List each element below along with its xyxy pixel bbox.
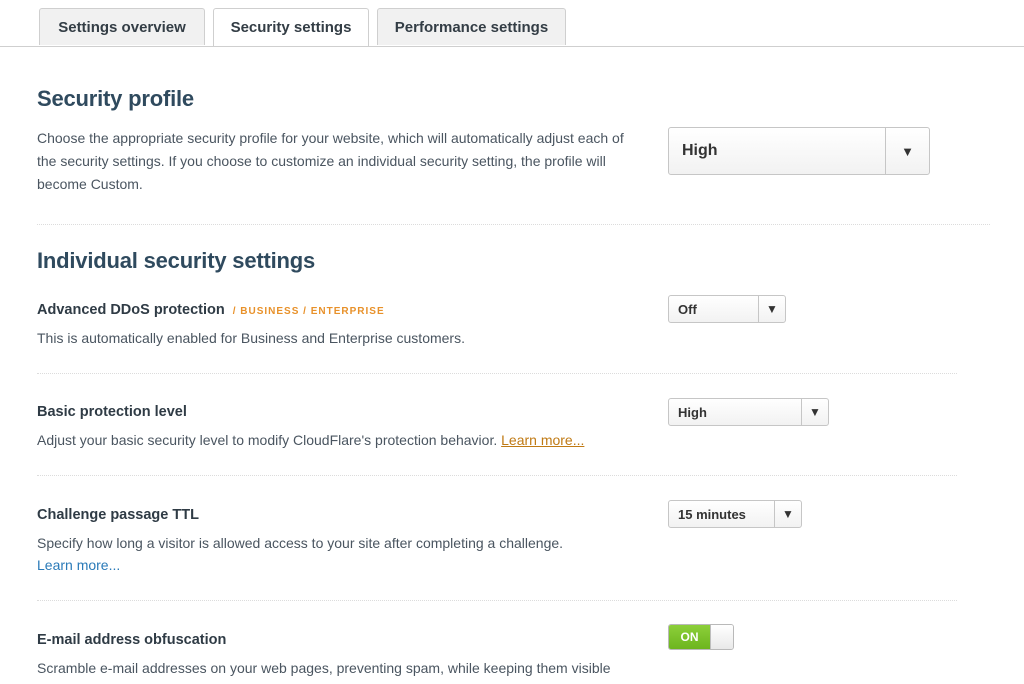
section-divider: [37, 224, 990, 225]
basic-protection-select[interactable]: High ▼: [668, 398, 829, 426]
toggle-knob: [710, 625, 733, 649]
security-profile-description: Choose the appropriate security profile …: [37, 130, 624, 192]
ddos-description: This is automatically enabled for Busine…: [37, 330, 465, 346]
ddos-label: Advanced DDoS protection: [37, 302, 225, 318]
row-divider: [37, 600, 957, 601]
email-obfuscation-toggle[interactable]: ON: [668, 624, 734, 650]
email-obfuscation-label: E-mail address obfuscation: [37, 632, 227, 648]
tab-bar: Settings overview Security settings Perf…: [0, 0, 1024, 47]
basic-protection-description: Adjust your basic security level to modi…: [37, 429, 584, 452]
ttl-learn-more-link[interactable]: Learn more...: [37, 554, 120, 577]
plan-tag-badge: / BUSINESS / ENTERPRISE: [232, 306, 385, 317]
row-divider: [37, 475, 957, 476]
chevron-down-icon: ▼: [774, 501, 801, 527]
security-profile-heading: Security profile: [37, 86, 194, 111]
chevron-down-icon: ▼: [801, 399, 828, 425]
challenge-ttl-description: Specify how long a visitor is allowed ac…: [37, 535, 564, 551]
basic-protection-text: Adjust your basic security level to modi…: [37, 432, 502, 448]
row-divider: [37, 373, 957, 374]
individual-settings-heading: Individual security settings: [37, 248, 316, 273]
basic-protection-value: High: [678, 404, 707, 420]
basic-protection-label: Basic protection level: [37, 404, 187, 420]
challenge-ttl-label: Challenge passage TTL: [37, 507, 199, 523]
ddos-select-value: Off: [678, 301, 697, 317]
tab-security-settings[interactable]: Security settings: [213, 8, 369, 46]
tab-performance-settings[interactable]: Performance settings: [377, 8, 566, 45]
tab-settings-overview[interactable]: Settings overview: [39, 8, 205, 45]
ddos-label-row: Advanced DDoS protection / BUSINESS / ENT…: [37, 302, 385, 318]
ddos-select[interactable]: Off ▼: [668, 295, 786, 323]
security-profile-select[interactable]: High ▼: [668, 127, 930, 175]
chevron-down-icon: ▼: [758, 296, 785, 322]
page: Settings overview Security settings Perf…: [0, 0, 1024, 684]
challenge-ttl-value: 15 minutes: [678, 506, 746, 522]
challenge-ttl-select[interactable]: 15 minutes ▼: [668, 500, 802, 528]
security-profile-value: High: [682, 142, 718, 159]
chevron-down-icon: ▼: [885, 128, 929, 174]
basic-learn-more-link[interactable]: Learn more...: [501, 432, 584, 448]
toggle-on-label: ON: [669, 625, 710, 649]
email-obfuscation-description: Scramble e-mail addresses on your web pa…: [37, 660, 611, 676]
